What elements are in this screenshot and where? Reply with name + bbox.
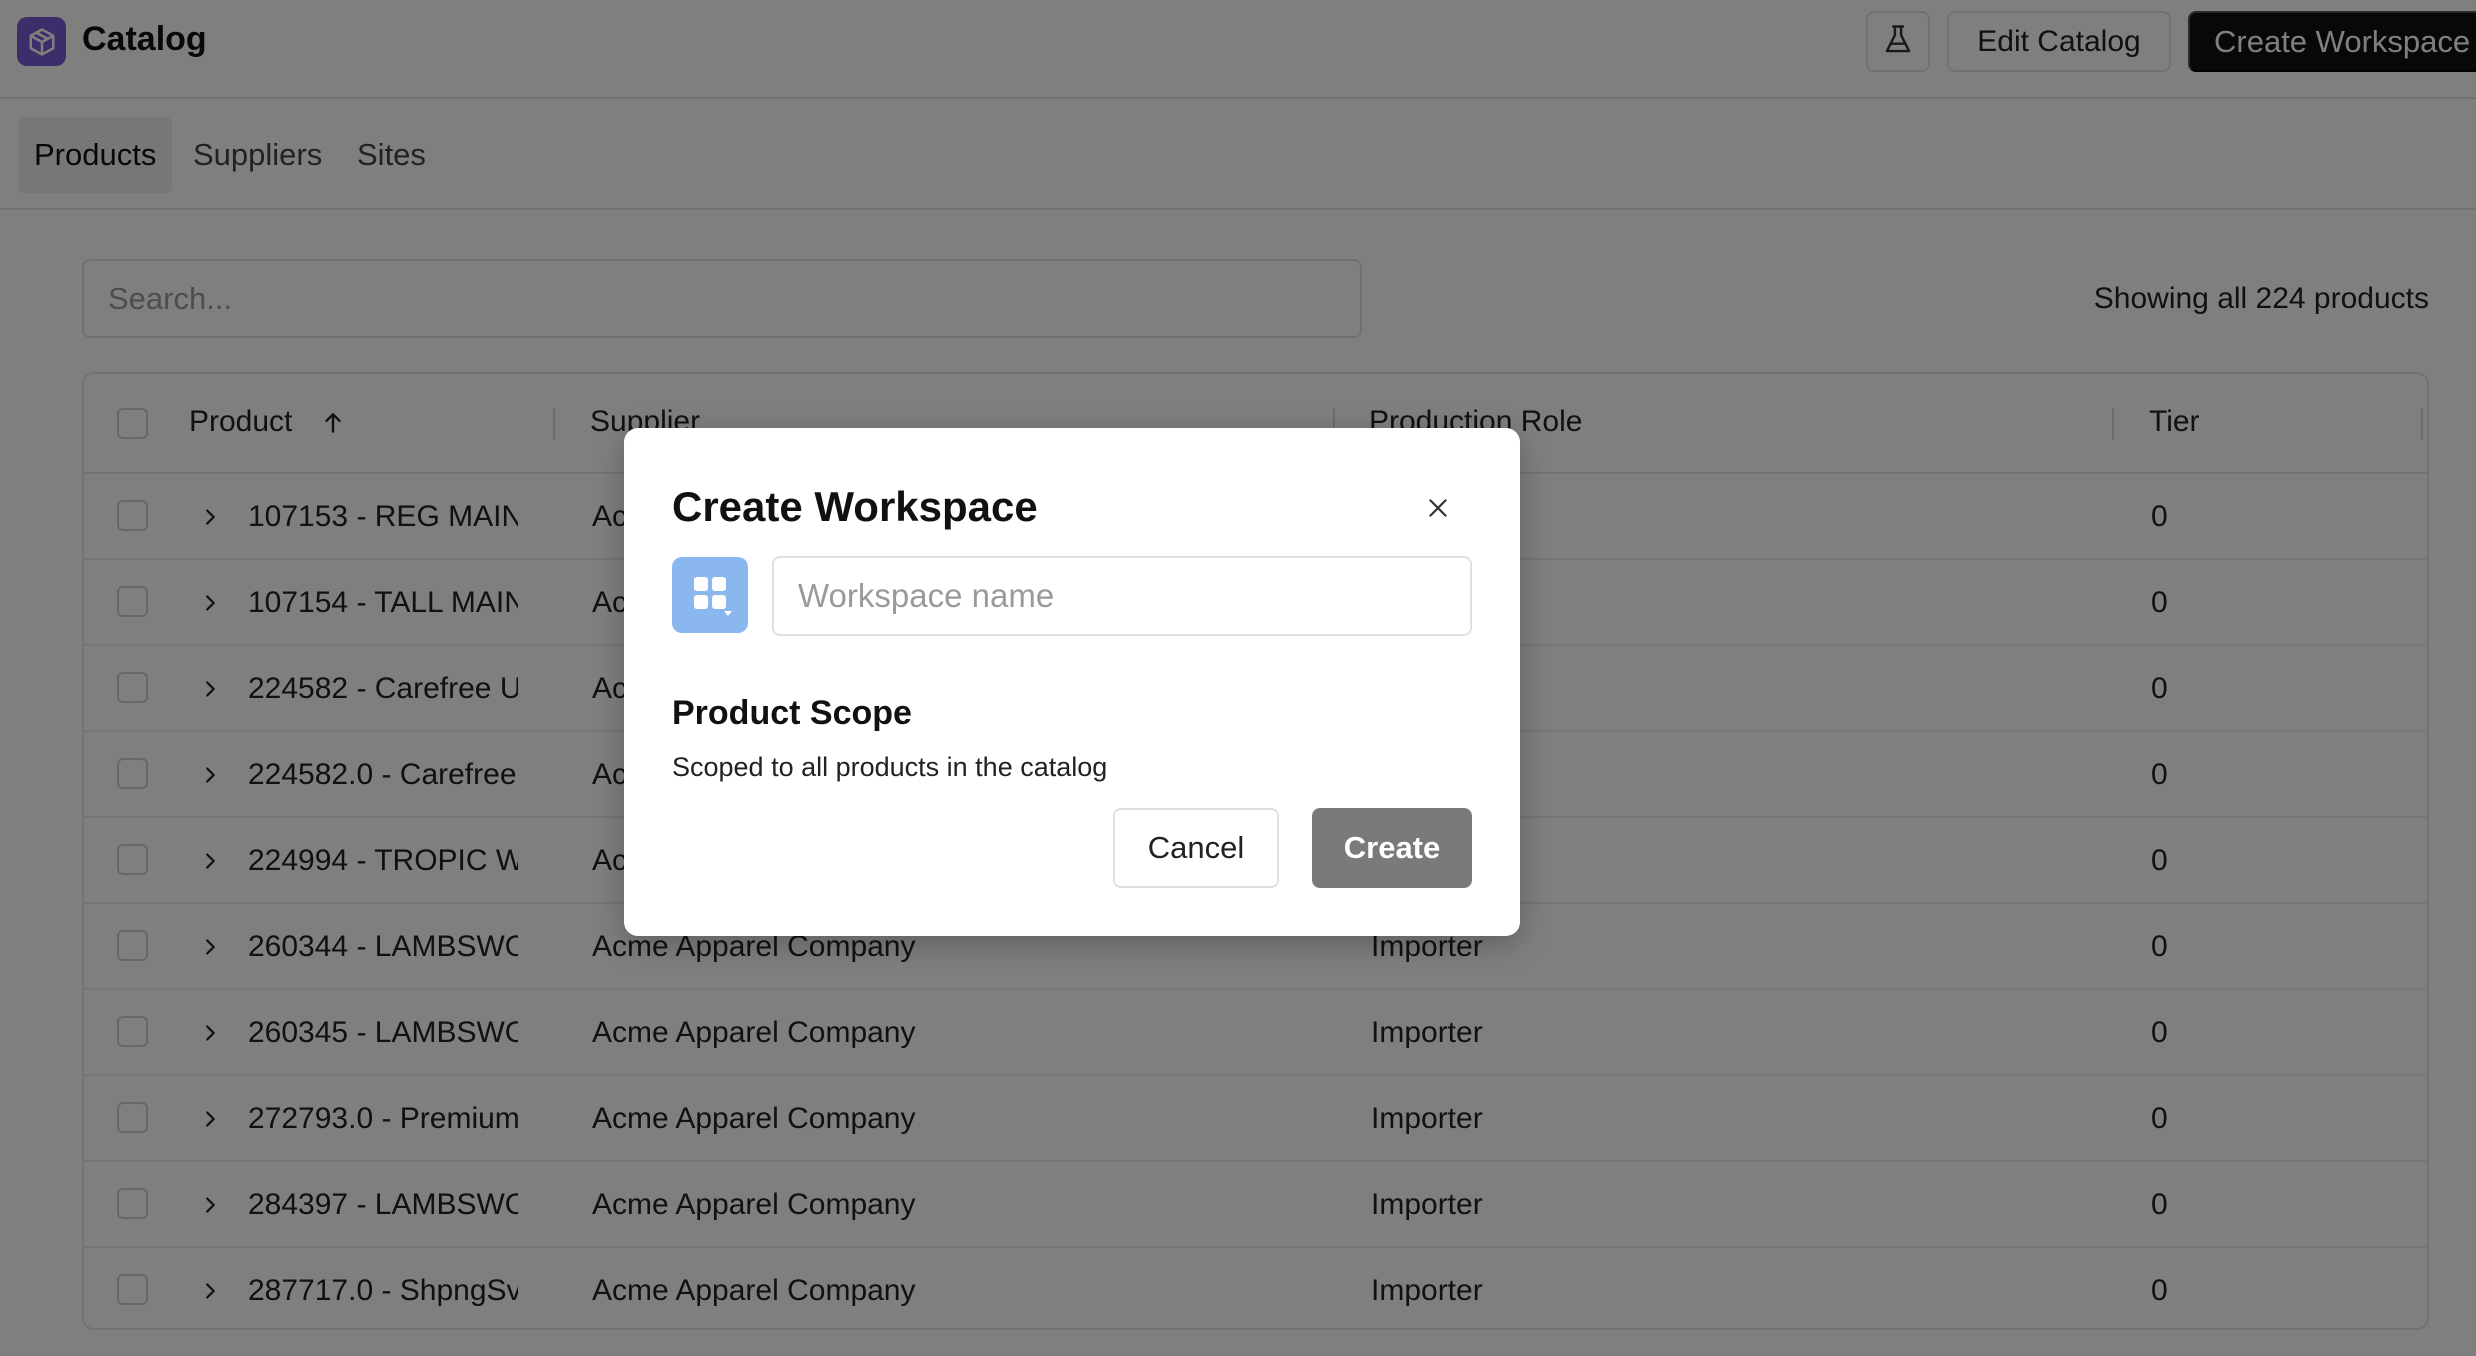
close-icon	[1425, 495, 1451, 524]
create-workspace-dialog: Create Workspace Product Scope Scoped to…	[624, 428, 1520, 936]
close-button[interactable]	[1420, 491, 1456, 527]
grid-icon	[685, 568, 735, 623]
workspace-icon-picker[interactable]	[672, 557, 748, 633]
product-scope-heading: Product Scope	[672, 694, 912, 732]
cancel-button[interactable]: Cancel	[1113, 808, 1279, 888]
create-button[interactable]: Create	[1312, 808, 1472, 888]
dialog-title: Create Workspace	[672, 483, 1038, 530]
product-scope-description: Scoped to all products in the catalog	[672, 752, 1108, 782]
workspace-name-input[interactable]	[772, 556, 1472, 636]
